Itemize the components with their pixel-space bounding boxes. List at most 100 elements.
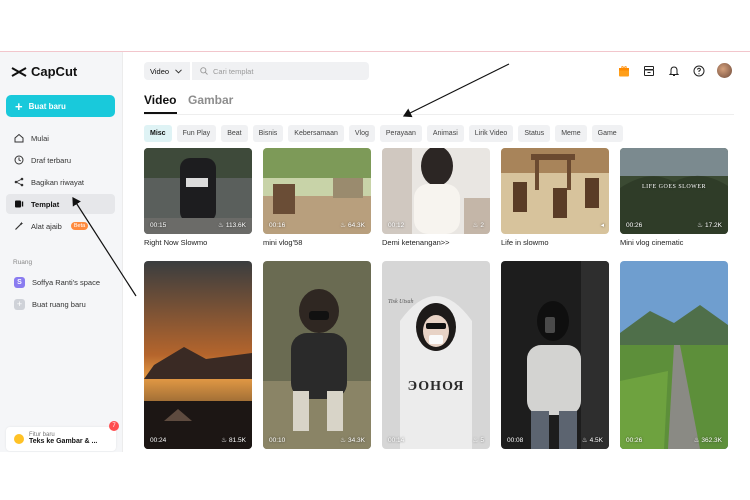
likes-value: 113.6K [225, 221, 246, 229]
template-card[interactable]: 00:10 ♨ 34.3K [263, 261, 371, 449]
sidebar-item-label: Templat [31, 199, 60, 209]
category-chip-misc[interactable]: Misc [144, 125, 172, 142]
template-title[interactable]: Demi ketenangan>> [382, 238, 450, 247]
sidebar-item-templates[interactable]: Templat [6, 194, 115, 214]
search-icon [200, 67, 208, 75]
template-card[interactable]: 00:16 ♨ 64.3K [263, 148, 371, 234]
sidebar-item-magic-tools[interactable]: Alat ajaib Beta [6, 216, 115, 236]
category-chip-vlog[interactable]: Vlog [348, 125, 375, 142]
app-name: CapCut [31, 64, 78, 79]
capcut-logo-icon [11, 66, 27, 77]
likes-count: ♨ 5 [473, 436, 484, 445]
gift-icon[interactable] [617, 64, 631, 78]
plus-icon: + [14, 298, 25, 310]
template-card[interactable]: LIFE GOES SLOWER 00:26 ♨ 17.2K [620, 148, 728, 234]
shirt-print-text: ЭОНОЯ [407, 379, 465, 394]
sidebar-item-home[interactable]: Mulai [6, 128, 115, 148]
duration-label: 00:08 [507, 437, 524, 444]
new-feature-card[interactable]: Fitur baru Teks ke Gambar & ... 7 [6, 421, 119, 451]
category-chip-status[interactable]: Status [518, 125, 551, 142]
template-thumbnail [620, 261, 728, 449]
capcut-logo[interactable]: CapCut [11, 64, 77, 79]
feature-label: Fitur baru [29, 431, 55, 438]
likes-count: ♨ 34.3K [340, 436, 365, 445]
likes-count: ♨ 2 [473, 221, 484, 230]
header-actions [617, 63, 732, 78]
template-title[interactable]: Mini vlog cinematic [620, 238, 683, 247]
duration-label: 00:16 [269, 222, 286, 229]
template-card[interactable]: 00:12 ♨ 2 [382, 148, 490, 234]
spaces-section-label: Ruang [13, 259, 33, 266]
search-input[interactable] [213, 66, 363, 76]
duration-label: 00:14 [388, 437, 405, 444]
likes-value: 17.2K [705, 221, 722, 229]
space-item[interactable]: S Soffya Ranti's space [6, 272, 115, 292]
template-card[interactable]: 00:24 ♨ 81.5K [144, 261, 252, 449]
template-thumbnail [501, 261, 609, 449]
flame-icon: ♨ [221, 437, 227, 444]
category-chip-celebration[interactable]: Perayaan [379, 125, 422, 142]
likes-count: ♨ 64.3K [340, 221, 365, 230]
flame-icon: ♨ [581, 437, 588, 444]
template-title[interactable]: Right Now Slowmo [144, 238, 207, 247]
duration-label: 00:15 [150, 222, 167, 229]
likes-value: 81.5K [229, 436, 246, 444]
template-thumbnail [263, 261, 371, 449]
category-chip-game[interactable]: Game [591, 125, 623, 142]
sidebar-item-label: Draf terbaru [31, 155, 72, 165]
likes-value: 2 [480, 221, 484, 229]
template-title[interactable]: Life in slowmo [501, 238, 549, 247]
template-card[interactable]: ◂ [501, 148, 609, 234]
template-card[interactable]: 00:15 ♨ 113.6K [144, 148, 252, 234]
sun-icon [14, 434, 24, 444]
category-chip-business[interactable]: Bisnis [252, 125, 284, 142]
duration-label: 00:26 [626, 222, 643, 229]
feature-text: Fitur baru Teks ke Gambar & ... [29, 432, 97, 447]
mute-icon: ◂ [600, 222, 604, 229]
template-card[interactable]: Tisk Utsah ЭОНОЯ 00:14 ♨ 5 [382, 261, 490, 449]
sidebar-item-label: Alat ajaib [31, 221, 62, 231]
tab-video[interactable]: Video [144, 93, 176, 107]
likes-count: ♨ 113.6K [218, 221, 246, 230]
clock-icon [14, 155, 24, 165]
sidebar-item-recent-drafts[interactable]: Draf terbaru [6, 150, 115, 170]
create-space-button[interactable]: + Buat ruang baru [6, 294, 115, 314]
duration-label: 00:10 [269, 437, 286, 444]
category-chip-meme[interactable]: Meme [555, 125, 587, 142]
flame-icon: ♨ [340, 222, 346, 229]
flame-icon: ♨ [693, 437, 700, 444]
create-space-label: Buat ruang baru [32, 299, 86, 309]
category-chip-beat[interactable]: Beat [221, 125, 248, 142]
category-chip-lyric-video[interactable]: Lirik Video [468, 125, 514, 142]
category-chip-fun-play[interactable]: Fun Play [176, 125, 217, 142]
category-chip-togetherness[interactable]: Kebersamaan [288, 125, 344, 142]
likes-value: 34.3K [348, 436, 365, 444]
tabs-divider [144, 114, 734, 115]
duration-label: 00:26 [626, 437, 643, 444]
create-new-button[interactable]: + Buat baru [6, 95, 115, 117]
space-avatar: S [14, 276, 25, 288]
template-title[interactable]: mini vlog'58 [263, 238, 302, 247]
sidebar-item-share-history[interactable]: Bagikan riwayat [6, 172, 115, 192]
search-bar [192, 62, 369, 80]
notification-bell-icon[interactable] [667, 64, 681, 78]
share-icon [14, 177, 24, 187]
help-icon[interactable] [692, 64, 706, 78]
duration-label: 00:24 [150, 437, 167, 444]
category-chip-animation[interactable]: Animasi [426, 125, 464, 142]
likes-value: 5 [480, 436, 484, 444]
arrow-to-categories [402, 63, 510, 118]
tab-image[interactable]: Gambar [188, 93, 233, 107]
media-type-dropdown[interactable]: Video [144, 62, 190, 80]
likes-value: 64.3K [348, 221, 365, 229]
dropdown-value: Video [150, 66, 170, 76]
template-card[interactable]: 00:26 ♨ 362.3K [620, 261, 728, 449]
user-avatar[interactable] [717, 63, 732, 78]
template-thumbnail [501, 148, 609, 234]
beta-badge: Beta [70, 222, 89, 230]
storage-icon[interactable] [642, 64, 656, 78]
flame-icon: ♨ [218, 222, 224, 229]
template-card[interactable]: 00:08 ♨ 4.5K [501, 261, 609, 449]
likes-count: ♨ 17.2K [697, 221, 722, 230]
space-label: Soffya Ranti's space [32, 277, 100, 287]
